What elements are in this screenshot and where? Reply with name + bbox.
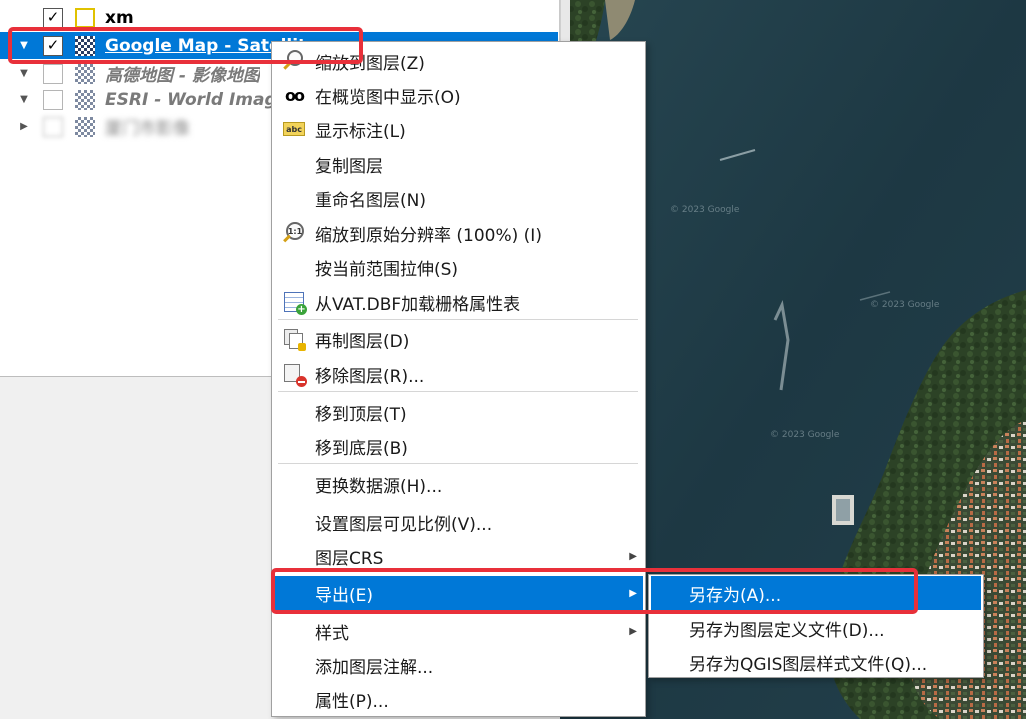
map-watermark: © 2023 Google <box>670 205 740 215</box>
menu-separator <box>278 391 638 392</box>
menu-label: 设置图层可见比例(V)... <box>315 514 493 535</box>
menu-item-zoom-to-layer[interactable]: 缩放到图层(Z) <box>274 44 643 78</box>
menu-label: 移到顶层(T) <box>315 404 407 425</box>
layer-context-menu: 缩放到图层(Z) oo 在概览图中显示(O) abc 显示标注(L) 复制图层 … <box>271 41 646 717</box>
menu-item-export[interactable]: 导出(E) ▶ <box>274 576 643 610</box>
abc-label-icon: abc <box>281 117 307 141</box>
submenu-label: 另存为(A)... <box>689 585 782 606</box>
raster-layer-icon <box>75 35 95 56</box>
menu-item-duplicate-layer[interactable]: 再制图层(D) <box>274 322 643 356</box>
menu-label: 再制图层(D) <box>315 331 410 352</box>
collapse-arrow-icon[interactable]: ▼ <box>17 39 31 53</box>
menu-label: 属性(P)... <box>315 691 389 712</box>
menu-item-show-labels[interactable]: abc 显示标注(L) <box>274 112 643 146</box>
duplicate-layer-icon <box>281 327 307 351</box>
menu-label: 缩放到图层(Z) <box>315 53 425 74</box>
menu-label: 显示标注(L) <box>315 121 406 142</box>
menu-label: 在概览图中显示(O) <box>315 87 461 108</box>
menu-label: 移除图层(R)... <box>315 366 425 387</box>
raster-layer-icon <box>75 63 95 84</box>
menu-label: 移到底层(B) <box>315 438 408 459</box>
submenu-arrow-icon: ▶ <box>629 550 637 562</box>
layer-name: 高德地图 - 影像地图 <box>105 66 260 86</box>
menu-separator <box>278 319 638 320</box>
overview-glasses-icon: oo <box>285 85 305 105</box>
menu-label: 导出(E) <box>315 585 374 606</box>
menu-item-properties[interactable]: 属性(P)... <box>274 682 643 716</box>
layer-visibility-checkbox[interactable] <box>43 116 63 137</box>
menu-label: 添加图层注解... <box>315 657 434 678</box>
menu-label: 从VAT.DBF加载栅格属性表 <box>315 294 521 315</box>
layer-visibility-checkbox[interactable]: ✓ <box>43 7 63 28</box>
zoom-to-layer-icon <box>281 49 307 73</box>
menu-label: 按当前范围拉伸(S) <box>315 259 459 280</box>
submenu-label: 另存为图层定义文件(D)... <box>689 620 885 641</box>
submenu-arrow-icon: ▶ <box>629 587 637 599</box>
menu-item-change-data-source[interactable]: 更换数据源(H)... <box>274 467 643 501</box>
menu-item-show-in-overview[interactable]: oo 在概览图中显示(O) <box>274 78 643 112</box>
menu-label: 更换数据源(H)... <box>315 476 443 497</box>
expand-spacer <box>17 11 31 25</box>
layer-name: xm <box>105 7 134 28</box>
layer-visibility-checkbox[interactable] <box>43 63 63 84</box>
layer-visibility-checkbox[interactable]: ✓ <box>43 35 63 56</box>
menu-label: 图层CRS <box>315 548 384 569</box>
map-watermark: © 2023 Google <box>870 300 940 310</box>
menu-item-move-to-bottom[interactable]: 移到底层(B) <box>274 429 643 463</box>
remove-layer-icon <box>281 362 307 387</box>
menu-item-layer-crs[interactable]: 图层CRS ▶ <box>274 539 643 573</box>
menu-item-load-vat-dbf[interactable]: + 从VAT.DBF加载栅格属性表 <box>274 285 643 319</box>
layer-name: 厦门市影像 <box>105 119 190 139</box>
menu-item-rename-layer[interactable]: 重命名图层(N) <box>274 181 643 215</box>
polygon-layer-icon <box>75 7 95 28</box>
collapse-arrow-icon[interactable]: ▼ <box>17 93 31 107</box>
attribute-table-icon: + <box>281 290 307 315</box>
menu-separator <box>278 463 638 464</box>
submenu-label: 另存为QGIS图层样式文件(Q)... <box>689 654 928 675</box>
menu-item-remove-layer[interactable]: 移除图层(R)... <box>274 357 643 391</box>
expand-arrow-icon[interactable]: ▶ <box>17 120 31 134</box>
menu-item-set-scale-visibility[interactable]: 设置图层可见比例(V)... <box>274 505 643 539</box>
menu-item-styles[interactable]: 样式 ▶ <box>274 614 643 648</box>
menu-item-stretch-to-extent[interactable]: 按当前范围拉伸(S) <box>274 250 643 284</box>
submenu-item-save-as-layer-definition[interactable]: 另存为图层定义文件(D)... <box>651 611 981 645</box>
menu-item-move-to-top[interactable]: 移到顶层(T) <box>274 395 643 429</box>
export-submenu: 另存为(A)... 另存为图层定义文件(D)... 另存为QGIS图层样式文件(… <box>648 574 984 678</box>
zoom-native-resolution-icon: 1:1 <box>281 221 307 245</box>
submenu-item-save-as-qgis-style[interactable]: 另存为QGIS图层样式文件(Q)... <box>651 645 981 679</box>
submenu-arrow-icon: ▶ <box>629 625 637 637</box>
menu-label: 重命名图层(N) <box>315 190 426 211</box>
menu-item-add-layer-notes[interactable]: 添加图层注解... <box>274 648 643 682</box>
menu-item-zoom-native-resolution[interactable]: 1:1 缩放到原始分辨率 (100%) (I) <box>274 216 643 250</box>
layer-row-xm[interactable]: ✓ xm <box>0 4 558 31</box>
menu-item-copy-layer[interactable]: 复制图层 <box>274 147 643 181</box>
layer-visibility-checkbox[interactable] <box>43 89 63 110</box>
menu-label: 样式 <box>315 623 349 644</box>
menu-label: 缩放到原始分辨率 (100%) (I) <box>315 225 542 246</box>
map-watermark: © 2023 Google <box>770 430 840 440</box>
submenu-item-save-as[interactable]: 另存为(A)... <box>651 576 981 610</box>
collapse-arrow-icon[interactable]: ▼ <box>17 67 31 81</box>
raster-layer-icon <box>75 89 95 110</box>
menu-label: 复制图层 <box>315 156 383 177</box>
raster-layer-icon <box>75 116 95 137</box>
